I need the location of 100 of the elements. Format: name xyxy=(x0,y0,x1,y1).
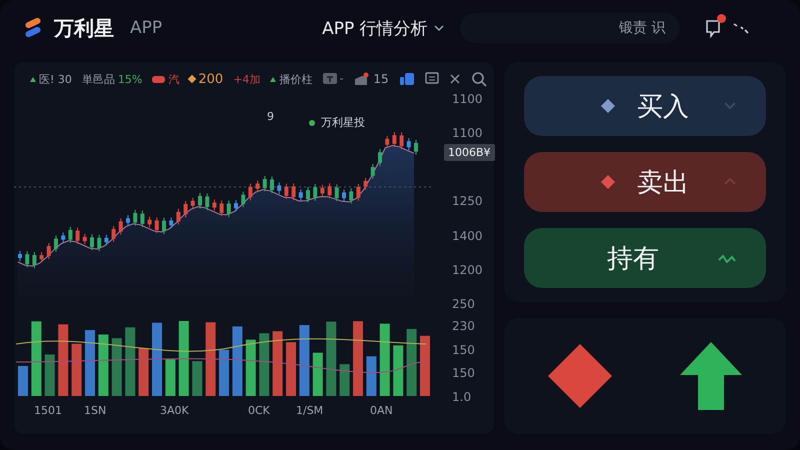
candle xyxy=(54,235,58,252)
brand-subtitle: APP xyxy=(130,18,162,38)
buy-button[interactable]: 买入 xyxy=(524,76,766,136)
candle xyxy=(32,252,36,269)
axis-label: 1SN xyxy=(84,404,106,417)
candle xyxy=(262,175,267,192)
sell-button[interactable]: 卖出 xyxy=(524,152,766,212)
candle xyxy=(112,225,116,242)
text-tool-icon[interactable] xyxy=(322,72,344,86)
candle xyxy=(220,200,224,216)
candle xyxy=(400,132,404,150)
candle xyxy=(292,182,296,201)
hold-button[interactable]: 持有 xyxy=(524,228,766,288)
volume-bar xyxy=(312,352,323,396)
search-field[interactable]: 锻责 识 xyxy=(460,13,680,43)
up-triangle-icon xyxy=(270,76,276,82)
candle xyxy=(349,188,354,204)
notification-icon[interactable] xyxy=(704,18,722,38)
axis-label: 1501 xyxy=(34,404,62,417)
candle xyxy=(46,242,51,260)
candle xyxy=(90,234,94,251)
volume-bar xyxy=(246,340,256,396)
axis-label: 1250 xyxy=(452,194,483,208)
candle xyxy=(356,183,360,202)
brand-name: 万利星 xyxy=(54,14,114,42)
volume-bar xyxy=(393,345,404,396)
page-title-dropdown[interactable]: APP 行情分析 xyxy=(322,16,444,40)
candle xyxy=(277,182,282,194)
candle xyxy=(234,200,238,212)
candle xyxy=(61,232,66,244)
axis-label: 150 xyxy=(452,366,475,380)
close-icon[interactable] xyxy=(448,73,461,85)
candle xyxy=(154,216,159,234)
candle xyxy=(256,180,260,192)
candle xyxy=(392,132,396,148)
volume-bar xyxy=(366,356,376,396)
collapse-icon[interactable] xyxy=(732,21,750,35)
candle xyxy=(97,234,102,252)
volume-bar xyxy=(299,325,310,396)
diamond-icon xyxy=(601,99,615,113)
count-label: 15 xyxy=(373,72,389,86)
candle xyxy=(169,216,174,229)
candle xyxy=(248,183,252,201)
volume-bar xyxy=(18,366,28,396)
candle xyxy=(184,200,188,218)
candle xyxy=(212,199,216,212)
toolbar-label: 200 xyxy=(198,72,224,86)
candle xyxy=(176,208,180,225)
candle xyxy=(364,177,368,190)
toolbar-label: 汽 xyxy=(168,72,180,86)
candle xyxy=(190,197,195,210)
zigzag-icon xyxy=(718,254,736,263)
volume-bar xyxy=(85,330,95,396)
thumbs-up-icon[interactable] xyxy=(398,72,415,86)
volume-bar xyxy=(420,336,430,396)
volume-bar xyxy=(125,327,136,396)
diamond-icon xyxy=(547,343,613,409)
volume-bar xyxy=(58,324,68,396)
candle xyxy=(378,148,382,166)
axis-label: 1400 xyxy=(452,229,483,243)
candle xyxy=(342,188,346,202)
candle xyxy=(82,233,87,245)
candle xyxy=(328,182,332,199)
volume-bar xyxy=(192,361,202,396)
candle xyxy=(320,184,324,197)
volume-bar xyxy=(165,359,176,396)
legend-label: 万利星投 xyxy=(321,115,365,130)
axis-label: 0CK xyxy=(248,404,270,417)
axis-label: 1100 xyxy=(452,92,483,106)
comment-icon[interactable] xyxy=(424,72,439,86)
candle xyxy=(313,184,318,202)
candle xyxy=(18,250,22,262)
axis-label: 1100 xyxy=(452,126,483,140)
chat-icon[interactable] xyxy=(354,72,370,86)
candle xyxy=(126,214,130,226)
candle xyxy=(104,234,108,246)
volume-bar xyxy=(272,331,283,396)
candle xyxy=(306,186,310,203)
peak-label: 9 xyxy=(267,110,274,123)
candle xyxy=(241,191,246,208)
toolbar-label: 医! 30 xyxy=(39,72,72,86)
candle xyxy=(226,200,231,218)
candle xyxy=(133,209,138,226)
candle xyxy=(76,227,80,244)
search-icon[interactable] xyxy=(470,71,487,87)
candle xyxy=(270,176,274,194)
candle xyxy=(118,218,123,236)
volume-bar xyxy=(138,348,149,396)
toolbar-label: 播价柱 xyxy=(279,72,312,86)
candle xyxy=(140,210,144,228)
price-tag: 1006B¥ xyxy=(444,144,495,161)
chevron-icon xyxy=(434,24,444,32)
volume-bar xyxy=(219,350,229,396)
candle xyxy=(370,163,375,180)
up-arrow-icon xyxy=(679,341,743,411)
chevron-icon xyxy=(724,102,736,109)
diamond-icon xyxy=(601,175,615,189)
volume-bar xyxy=(98,334,108,396)
volume-bar xyxy=(112,338,122,396)
candle xyxy=(148,216,152,228)
